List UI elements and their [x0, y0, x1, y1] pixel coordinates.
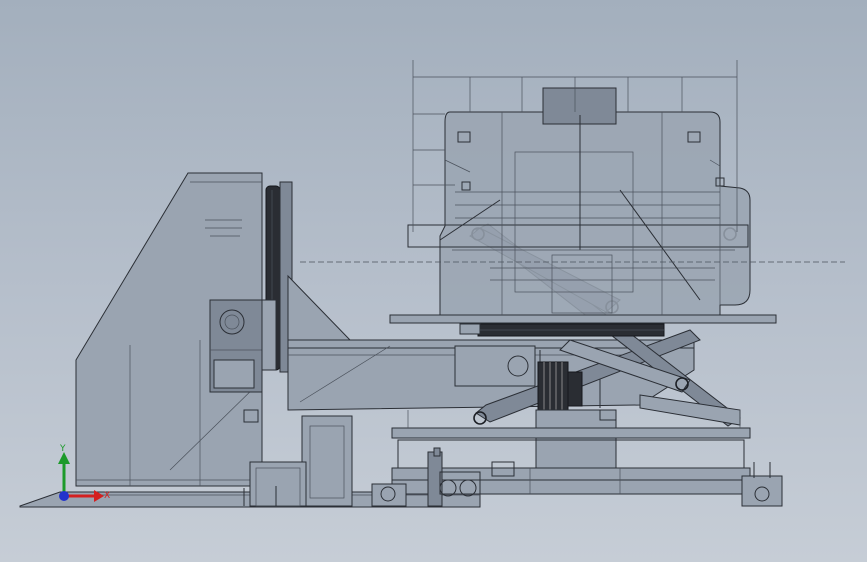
x-axis-label: X [104, 491, 110, 501]
y-axis-label: Y [59, 444, 66, 454]
workpiece [407, 87, 751, 316]
z-axis-icon [59, 491, 69, 501]
tilt-column [75, 172, 263, 487]
cad-viewport[interactable]: Y X [0, 0, 867, 562]
welding-positioner-drawing: Y X [19, 60, 845, 508]
worktable [389, 314, 777, 337]
